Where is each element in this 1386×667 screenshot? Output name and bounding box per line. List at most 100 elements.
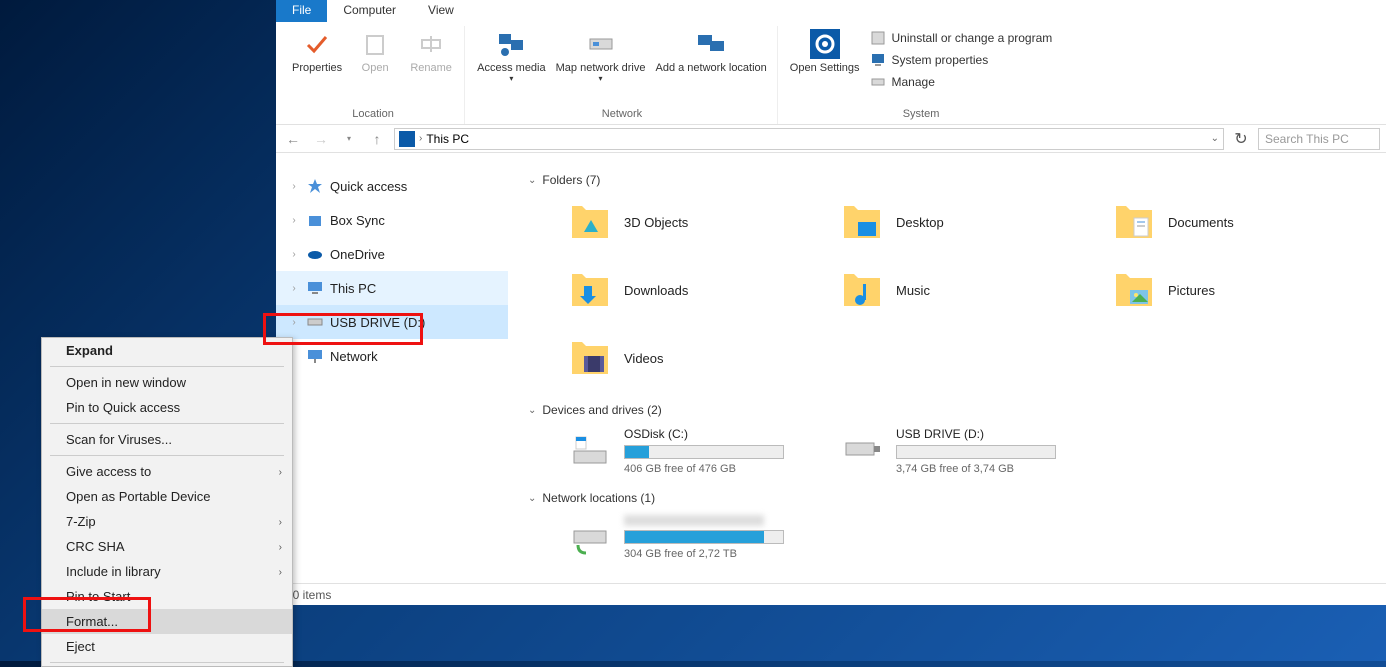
ctx-open-new-window[interactable]: Open in new window <box>42 370 292 395</box>
network-drive-icon <box>568 515 612 559</box>
tree-onedrive[interactable]: ›OneDrive <box>276 237 508 271</box>
ctx-7zip[interactable]: 7-Zip› <box>42 509 292 534</box>
breadcrumb[interactable]: › This PC ⌄ <box>394 128 1224 150</box>
folder-documents[interactable]: Documents <box>1112 197 1372 247</box>
section-drives[interactable]: ⌄Devices and drives (2) <box>528 403 1366 417</box>
open-icon <box>359 28 391 60</box>
gear-icon <box>809 28 841 60</box>
usb-drive-icon <box>840 427 884 471</box>
chevron-right-icon: › <box>279 542 282 553</box>
pc-icon <box>399 131 415 147</box>
drive-progress <box>624 445 784 459</box>
folder-pictures[interactable]: Pictures <box>1112 265 1372 315</box>
chevron-right-icon: › <box>288 181 300 192</box>
uninstall-button[interactable]: Uninstall or change a program <box>870 28 1053 48</box>
chevron-right-icon: › <box>279 567 282 578</box>
network-drive[interactable]: 304 GB free of 2,72 TB <box>568 515 828 560</box>
ctx-crc-sha[interactable]: CRC SHA› <box>42 534 292 559</box>
folder-videos[interactable]: Videos <box>568 333 828 383</box>
drive-free-text: 3,74 GB free of 3,74 GB <box>896 463 1100 475</box>
tab-computer[interactable]: Computer <box>327 0 412 22</box>
system-properties-button[interactable]: System properties <box>870 50 1053 70</box>
search-input[interactable]: Search This PC <box>1258 128 1380 150</box>
annotation-highlight <box>23 597 151 632</box>
address-bar: ← → ▾ ↑ › This PC ⌄ ↻ Search This PC <box>276 125 1386 153</box>
folder-icon <box>1112 200 1156 244</box>
tab-file[interactable]: File <box>276 0 327 22</box>
cloud-icon <box>306 245 324 263</box>
monitors-icon <box>695 28 727 60</box>
ribbon-group-label: System <box>903 106 940 124</box>
drive-osdisk[interactable]: OSDisk (C:) 406 GB free of 476 GB <box>568 427 828 475</box>
uninstall-icon <box>870 30 886 46</box>
media-icon <box>495 28 527 60</box>
ctx-open-portable[interactable]: Open as Portable Device <box>42 484 292 509</box>
breadcrumb-text: This PC <box>426 132 469 146</box>
section-folders[interactable]: ⌄Folders (7) <box>528 173 1366 187</box>
ribbon: Properties Open Rename Location Access m… <box>276 22 1386 125</box>
ctx-expand[interactable]: Expand <box>42 338 292 363</box>
ribbon-group-label: Location <box>352 106 394 124</box>
ctx-scan-viruses[interactable]: Scan for Viruses... <box>42 427 292 452</box>
chevron-right-icon: › <box>279 467 282 478</box>
ribbon-group-network: Access media ▾ Map network drive ▾ Add a… <box>467 26 778 124</box>
tab-view[interactable]: View <box>412 0 470 22</box>
ctx-pin-quick-access[interactable]: Pin to Quick access <box>42 395 292 420</box>
recent-dropdown[interactable]: ▾ <box>338 128 360 150</box>
box-icon <box>306 211 324 229</box>
ctx-include-library[interactable]: Include in library› <box>42 559 292 584</box>
drive-progress <box>896 445 1056 459</box>
chevron-down-icon: ⌄ <box>528 175 536 186</box>
drive-free-text: 406 GB free of 476 GB <box>624 463 828 475</box>
folder-icon <box>840 268 884 312</box>
properties-button[interactable]: Properties <box>288 26 346 106</box>
ribbon-group-location: Properties Open Rename Location <box>282 26 465 124</box>
chevron-right-icon: › <box>288 249 300 260</box>
open-settings-button[interactable]: Open Settings <box>786 26 864 106</box>
folder-3d-objects[interactable]: 3D Objects <box>568 197 828 247</box>
tree-quick-access[interactable]: ›Quick access <box>276 169 508 203</box>
manage-icon <box>870 74 886 90</box>
back-button[interactable]: ← <box>282 128 304 150</box>
star-icon <box>306 177 324 195</box>
pc-icon <box>306 279 324 297</box>
folder-icon <box>1112 268 1156 312</box>
folder-icon <box>840 200 884 244</box>
chevron-right-icon: › <box>288 215 300 226</box>
status-bar: 10 items <box>276 583 1386 605</box>
network-icon <box>306 347 324 365</box>
chevron-right-icon: › <box>288 283 300 294</box>
open-button[interactable]: Open <box>348 26 402 106</box>
section-netloc[interactable]: ⌄Network locations (1) <box>528 491 1366 505</box>
add-location-button[interactable]: Add a network location <box>652 26 771 106</box>
nav-tree: ›Quick access ›Box Sync ›OneDrive ›This … <box>276 153 508 583</box>
refresh-button[interactable]: ↻ <box>1230 128 1252 150</box>
forward-button[interactable]: → <box>310 128 332 150</box>
folder-downloads[interactable]: Downloads <box>568 265 828 315</box>
main-content: ⌄Folders (7) 3D Objects Desktop Document… <box>508 153 1386 583</box>
tree-box-sync[interactable]: ›Box Sync <box>276 203 508 237</box>
folder-icon <box>568 200 612 244</box>
drive-icon <box>585 28 617 60</box>
tree-this-pc[interactable]: ›This PC <box>276 271 508 305</box>
ribbon-tabs: File Computer View <box>276 0 1386 22</box>
chevron-down-icon: ▾ <box>599 74 603 83</box>
map-drive-button[interactable]: Map network drive ▾ <box>552 26 650 106</box>
manage-button[interactable]: Manage <box>870 72 1053 92</box>
ribbon-group-label: Network <box>602 106 642 124</box>
drive-usb[interactable]: USB DRIVE (D:) 3,74 GB free of 3,74 GB <box>840 427 1100 475</box>
ctx-eject[interactable]: Eject <box>42 634 292 659</box>
up-button[interactable]: ↑ <box>366 128 388 150</box>
chevron-right-icon: › <box>279 517 282 528</box>
ctx-give-access[interactable]: Give access to› <box>42 459 292 484</box>
folder-music[interactable]: Music <box>840 265 1100 315</box>
chevron-down-icon[interactable]: ⌄ <box>1211 133 1219 144</box>
access-media-button[interactable]: Access media ▾ <box>473 26 549 106</box>
folder-desktop[interactable]: Desktop <box>840 197 1100 247</box>
annotation-highlight <box>263 313 423 345</box>
drive-progress <box>624 530 784 544</box>
folder-icon <box>568 268 612 312</box>
drive-label: USB DRIVE (D:) <box>896 427 1100 441</box>
drive-label <box>624 515 764 526</box>
rename-button[interactable]: Rename <box>404 26 458 106</box>
